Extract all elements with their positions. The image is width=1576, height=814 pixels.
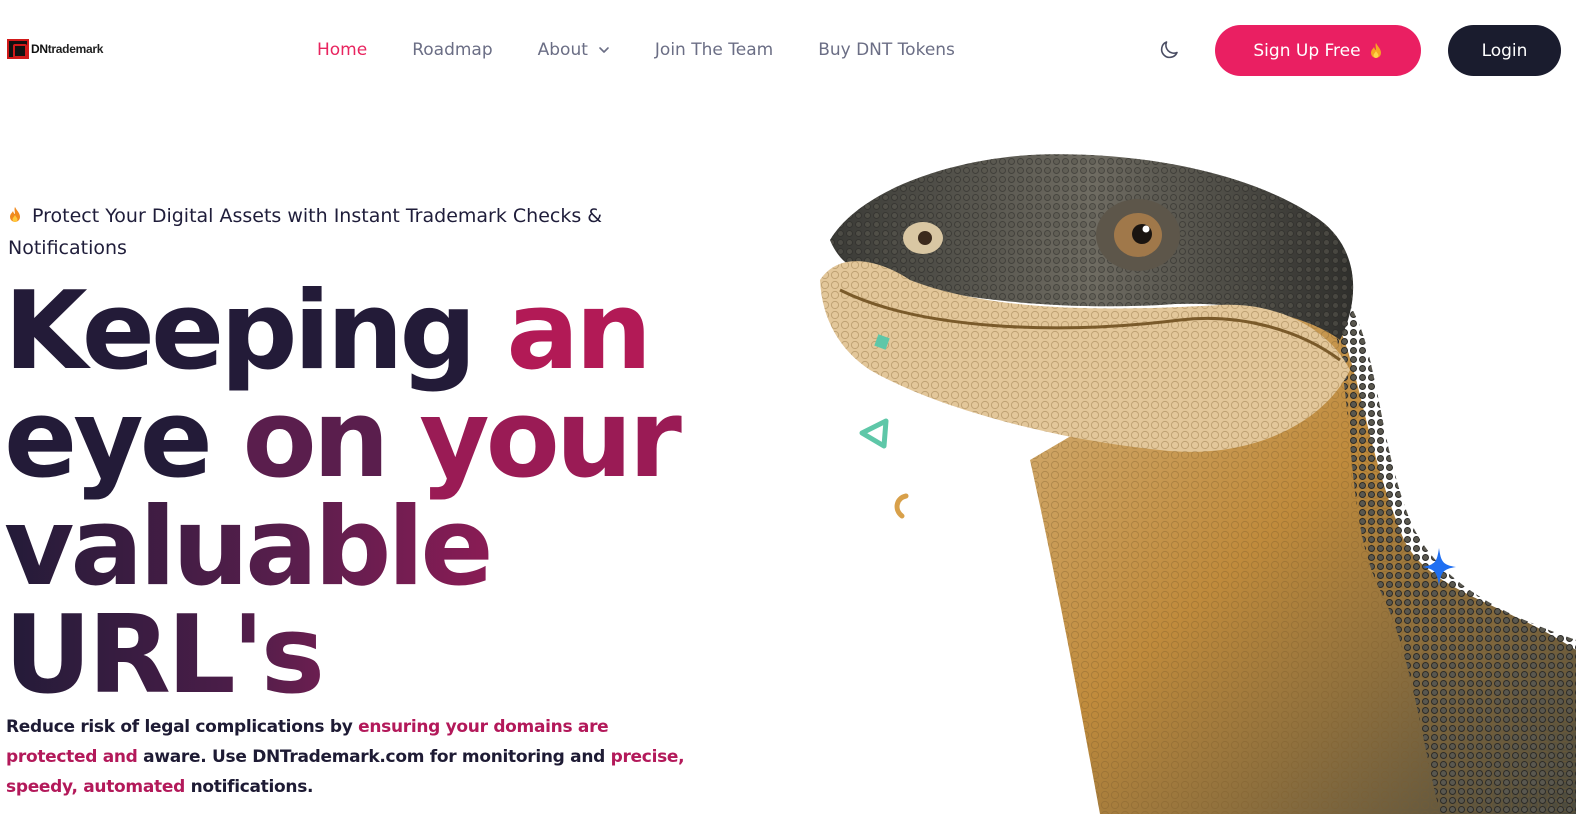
nav-item-about[interactable]: About xyxy=(538,40,610,60)
nav-item-home[interactable]: Home xyxy=(317,40,367,60)
hero-description: Reduce risk of legal complications by en… xyxy=(6,717,685,797)
flame-icon xyxy=(1369,42,1383,60)
main-menu: Home Roadmap About Join The Team Buy DNT… xyxy=(317,38,1000,62)
nav-item-join-the-team[interactable]: Join The Team xyxy=(655,40,773,60)
hero-headline: Keeping an eye on your valuable URL's xyxy=(4,278,724,710)
nav-item-buy-dnt-tokens[interactable]: Buy DNT Tokens xyxy=(818,40,955,60)
headline-line-2: eye on your xyxy=(4,377,682,502)
flame-icon xyxy=(8,206,22,224)
chevron-down-icon xyxy=(598,44,610,56)
headline-line-3: valuable xyxy=(4,485,494,610)
brand-logo[interactable]: DNtrademark xyxy=(7,39,103,59)
top-navigation: DNtrademark Home Roadmap About Join The … xyxy=(0,0,1576,100)
hero-tagline: Protect Your Digital Assets with Instant… xyxy=(8,205,603,259)
moon-icon[interactable] xyxy=(1157,38,1181,62)
logo-mark-icon xyxy=(7,39,29,59)
login-button[interactable]: Login xyxy=(1448,25,1561,76)
sign-up-free-button[interactable]: Sign Up Free xyxy=(1215,25,1421,76)
headline-line-4: URL's xyxy=(4,593,325,718)
arc-shape-icon xyxy=(894,493,909,519)
sparkle-icon xyxy=(1422,548,1456,586)
nav-item-roadmap[interactable]: Roadmap xyxy=(412,40,492,60)
triangle-icon xyxy=(859,418,889,449)
headline-line-1: Keeping an xyxy=(4,269,652,394)
logo-text: DNtrademark xyxy=(31,42,104,56)
hero-lizard-illustration xyxy=(800,130,1576,814)
